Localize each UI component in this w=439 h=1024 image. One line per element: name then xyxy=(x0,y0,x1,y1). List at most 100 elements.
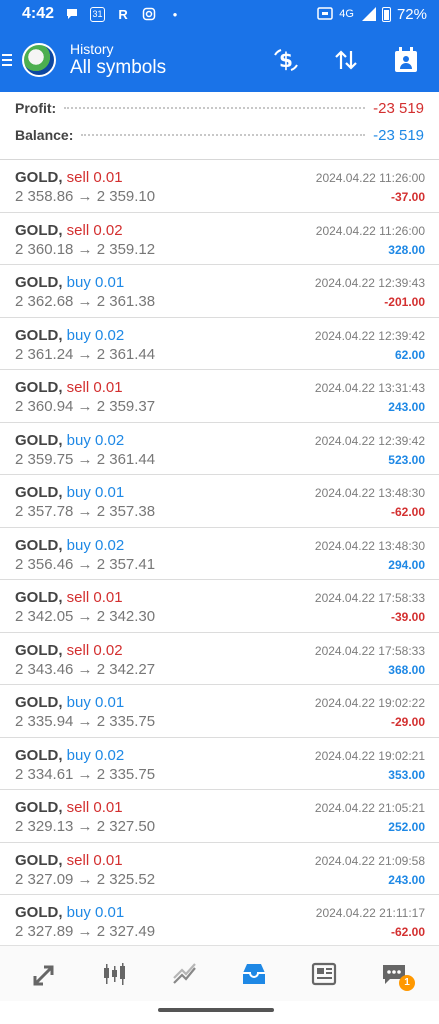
deal-prices: 2 329.13 → 2 327.50 xyxy=(15,818,156,835)
deal-datetime: 2024.04.22 19:02:22 xyxy=(314,696,425,710)
r-icon: R xyxy=(118,6,128,22)
deal-row[interactable]: GOLD, sell 0.01 2 358.86 → 2 359.10 2024.0… xyxy=(0,160,439,213)
deal-row[interactable]: GOLD, sell 0.02 2 360.18 → 2 359.12 2024.0… xyxy=(0,213,439,265)
deal-symbol: GOLD, buy 0.02 xyxy=(15,747,124,764)
deal-action: buy 0.01 xyxy=(66,694,125,711)
deal-datetime: 2024.04.22 12:39:42 xyxy=(314,433,425,448)
deal-profit: -62.00 xyxy=(390,505,425,519)
deal-datetime: 2024.04.22 17:58:33 xyxy=(314,643,425,658)
deal-row[interactable]: GOLD, sell 0.01 2 360.94 → 2 359.37 2024.0… xyxy=(0,370,439,423)
balance-label: Balance: xyxy=(15,127,74,143)
deal-symbol: GOLD, buy 0.02 xyxy=(15,432,124,449)
deal-action: buy 0.02 xyxy=(66,326,125,344)
deal-row[interactable]: GOLD, sell 0.01 2 327.09 → 2 325.52 2024.0… xyxy=(0,843,439,895)
deal-action: sell 0.02 xyxy=(66,641,123,659)
deal-symbol: GOLD, buy 0.01 xyxy=(15,484,124,501)
deal-action: sell 0.01 xyxy=(66,589,123,606)
deal-profit: -62.00 xyxy=(390,925,425,939)
deal-datetime: 2024.04.22 21:09:58 xyxy=(314,853,425,868)
symbol-name: GOLD, xyxy=(15,274,63,291)
profit-row: Profit: -23 519 xyxy=(15,98,424,118)
deal-symbol: GOLD, buy 0.01 xyxy=(15,694,124,711)
deal-prices: 2 335.94 → 2 335.75 xyxy=(15,713,156,730)
deal-profit: 252.00 xyxy=(388,820,425,834)
symbol-name: GOLD, xyxy=(15,431,63,449)
calendar-period-icon[interactable] xyxy=(393,47,419,73)
deal-profit: 62.00 xyxy=(394,347,425,362)
deal-profit: -201.00 xyxy=(384,295,425,309)
deal-profit: 294.00 xyxy=(388,557,425,572)
deal-row[interactable]: GOLD, buy 0.02 2 359.75 → 2 361.44 2024.04… xyxy=(0,423,439,475)
deal-profit: 353.00 xyxy=(388,767,425,782)
deal-profit: 523.00 xyxy=(388,452,425,467)
deal-symbol: GOLD, sell 0.01 xyxy=(15,589,123,606)
deal-symbol: GOLD, sell 0.02 xyxy=(15,222,123,239)
deal-action: buy 0.01 xyxy=(66,274,125,291)
symbol-filter[interactable]: All symbols xyxy=(70,57,166,79)
network-type: 4G xyxy=(339,8,354,20)
deal-symbol: GOLD, buy 0.01 xyxy=(15,274,124,291)
symbol-name: GOLD, xyxy=(15,589,63,606)
symbol-name: GOLD, xyxy=(15,799,63,816)
currency-icon[interactable]: $ xyxy=(273,47,299,73)
news-icon[interactable] xyxy=(307,957,341,991)
symbol-name: GOLD, xyxy=(15,851,63,869)
home-indicator[interactable] xyxy=(158,1008,274,1012)
deal-row[interactable]: GOLD, buy 0.02 2 334.61 → 2 335.75 2024.04… xyxy=(0,738,439,790)
profit-label: Profit: xyxy=(15,100,57,116)
history-icon[interactable] xyxy=(237,957,271,991)
instagram-icon xyxy=(141,6,157,22)
symbol-name: GOLD, xyxy=(15,379,63,396)
battery-level: 72% xyxy=(396,5,427,23)
symbol-name: GOLD, xyxy=(15,904,63,921)
page-title: History xyxy=(70,41,114,58)
deal-prices: 2 362.68 → 2 361.38 xyxy=(15,293,156,310)
deal-action: buy 0.01 xyxy=(66,484,125,501)
symbol-name: GOLD, xyxy=(15,221,63,239)
deal-datetime: 2024.04.22 17:58:33 xyxy=(314,591,425,605)
app-bar: History All symbols $ xyxy=(0,28,439,92)
signal-icon xyxy=(360,7,376,21)
deal-symbol: GOLD, sell 0.02 xyxy=(15,642,123,659)
deal-row[interactable]: GOLD, buy 0.01 2 327.89 → 2 327.49 2024.04… xyxy=(0,895,439,948)
deal-action: buy 0.01 xyxy=(66,904,125,921)
deal-row[interactable]: GOLD, sell 0.02 2 343.46 → 2 342.27 2024.0… xyxy=(0,633,439,685)
symbol-name: GOLD, xyxy=(15,746,63,764)
deal-row[interactable]: GOLD, buy 0.02 2 361.24 → 2 361.44 2024.04… xyxy=(0,318,439,370)
balance-row: Balance: -23 519 xyxy=(15,125,424,145)
deal-row[interactable]: GOLD, buy 0.01 2 362.68 → 2 361.38 2024.04… xyxy=(0,265,439,318)
sort-icon[interactable] xyxy=(333,47,359,73)
chat-bubble-icon xyxy=(64,6,80,22)
deal-row[interactable]: GOLD, sell 0.01 2 342.05 → 2 342.30 2024.0… xyxy=(0,580,439,633)
deal-action: buy 0.02 xyxy=(66,746,125,764)
menu-icon[interactable] xyxy=(0,50,16,70)
deal-row[interactable]: GOLD, buy 0.02 2 356.46 → 2 357.41 2024.04… xyxy=(0,528,439,580)
deal-datetime: 2024.04.22 12:39:43 xyxy=(314,276,425,290)
deal-action: sell 0.01 xyxy=(66,799,123,816)
summary-panel: Profit: -23 519 Balance: -23 519 xyxy=(0,92,439,160)
messages-badge: 1 xyxy=(399,974,416,991)
deal-action: sell 0.01 xyxy=(66,851,123,869)
deal-row[interactable]: GOLD, sell 0.01 2 329.13 → 2 327.50 2024.0… xyxy=(0,790,439,843)
symbol-name: GOLD, xyxy=(15,536,63,554)
svg-text:$: $ xyxy=(279,48,293,72)
deal-prices: 2 356.46 → 2 357.41 xyxy=(15,555,156,573)
deal-datetime: 2024.04.22 19:02:21 xyxy=(314,748,425,763)
messages-icon[interactable]: 1 xyxy=(377,957,416,991)
deal-prices: 2 327.09 → 2 325.52 xyxy=(15,870,156,888)
deal-action: sell 0.01 xyxy=(66,379,123,396)
deals-list[interactable]: GOLD, sell 0.01 2 358.86 → 2 359.10 2024.0… xyxy=(0,160,439,948)
deal-prices: 2 327.89 → 2 327.49 xyxy=(15,923,156,940)
deal-datetime: 2024.04.22 13:48:30 xyxy=(314,538,425,553)
symbol-name: GOLD, xyxy=(15,484,63,501)
chart-icon[interactable] xyxy=(98,957,132,991)
cast-icon xyxy=(317,6,334,22)
deal-prices: 2 343.46 → 2 342.27 xyxy=(15,660,156,678)
deal-profit: -39.00 xyxy=(390,610,425,624)
deal-datetime: 2024.04.22 21:11:17 xyxy=(315,906,425,920)
deal-row[interactable]: GOLD, buy 0.01 2 357.78 → 2 357.38 2024.04… xyxy=(0,475,439,528)
deal-row[interactable]: GOLD, buy 0.01 2 335.94 → 2 335.75 2024.04… xyxy=(0,685,439,738)
deal-profit: -37.00 xyxy=(390,190,425,204)
trade-icon[interactable] xyxy=(168,957,202,991)
quotes-icon[interactable] xyxy=(28,957,62,991)
